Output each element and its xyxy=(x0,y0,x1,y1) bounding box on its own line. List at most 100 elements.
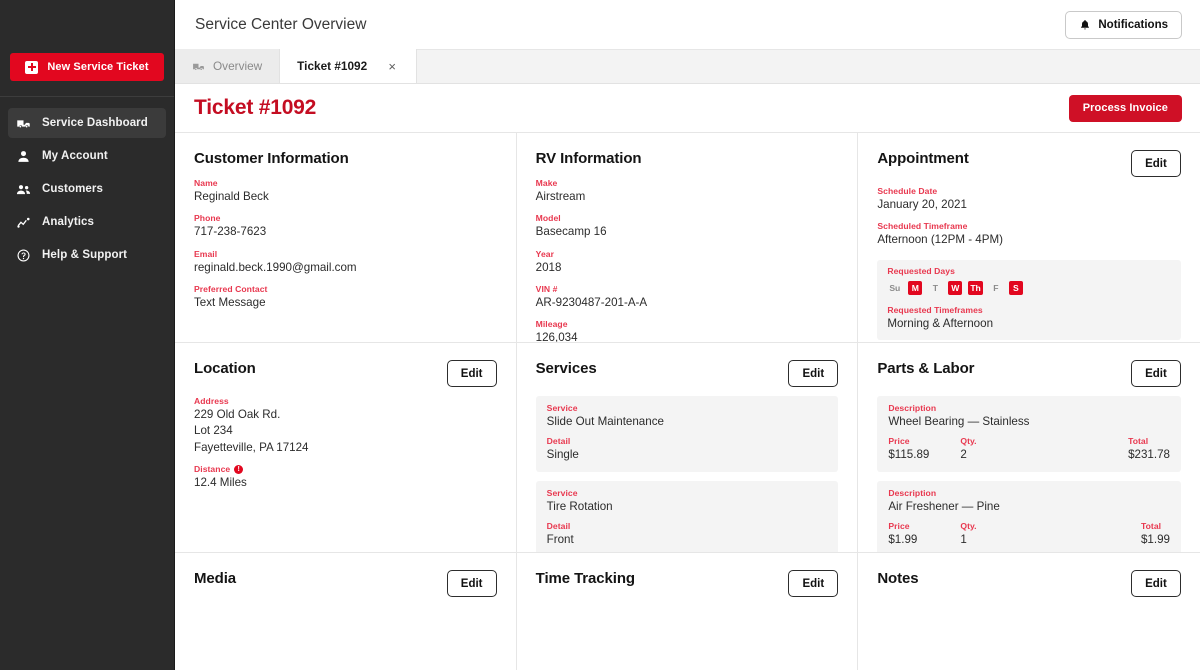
field-label-detail: Detail xyxy=(546,520,571,531)
field-value-service: Slide Out Maintenance xyxy=(546,415,664,428)
day-toggle-f[interactable]: F xyxy=(989,281,1003,295)
field-value-price: $1.99 xyxy=(888,532,918,546)
app-root: New Service Ticket Service Dashboard My … xyxy=(0,0,1200,670)
people-icon xyxy=(16,182,31,197)
field-label-address: Address xyxy=(194,396,229,406)
sidebar-item-analytics[interactable]: Analytics xyxy=(8,207,166,237)
new-service-ticket-button[interactable]: New Service Ticket xyxy=(10,53,164,81)
field-value-make: Airstream xyxy=(535,190,586,203)
notifications-button[interactable]: Notifications xyxy=(1065,10,1182,39)
field-value-detail: Single xyxy=(546,448,579,462)
edit-time-tracking-button[interactable]: Edit xyxy=(788,570,839,597)
cards-grid: Customer Information Name Reginald Beck … xyxy=(175,132,1200,670)
page-title: Service Center Overview xyxy=(195,15,367,33)
field-value-qty: 2 xyxy=(960,448,967,462)
sidebar-item-label: Customers xyxy=(42,183,103,195)
field-label-year: Year xyxy=(535,248,555,259)
card-services: Services Edit Service Slide Out Maintena… xyxy=(516,343,859,553)
day-toggle-t[interactable]: T xyxy=(928,281,942,295)
card-header: Notes Edit xyxy=(877,570,1181,597)
page-header: Ticket #1092 Process Invoice xyxy=(175,84,1200,132)
tab-label: Ticket #1092 xyxy=(297,59,368,73)
sidebar-item-label: Help & Support xyxy=(42,249,128,261)
field-label-price: Price xyxy=(888,520,910,531)
card-header: Time Tracking Edit xyxy=(536,570,839,597)
card-location: Location Edit Address 229 Old Oak Rd. Lo… xyxy=(175,343,517,553)
sidebar-item-service-dashboard[interactable]: Service Dashboard xyxy=(8,108,166,138)
field-value-year: 2018 xyxy=(535,260,562,274)
day-toggle-w[interactable]: W xyxy=(948,280,963,295)
field-value-email: reginald.beck.1990@gmail.com xyxy=(194,260,357,274)
day-toggle-th[interactable]: Th xyxy=(968,280,983,295)
card-title: Customer Information xyxy=(194,150,349,167)
card-appointment: Appointment Edit Schedule Date January 2… xyxy=(858,133,1200,343)
rv-icon xyxy=(16,116,31,131)
day-toggle-s[interactable]: S xyxy=(1008,280,1023,295)
edit-media-button[interactable]: Edit xyxy=(446,570,497,597)
part-qty-col: Qty. 1 xyxy=(960,521,1141,547)
card-title: Media xyxy=(194,570,237,587)
service-item: Service Slide Out Maintenance Detail Sin… xyxy=(535,396,839,472)
edit-parts-button[interactable]: Edit xyxy=(1130,360,1181,387)
field-label-mileage: Mileage xyxy=(535,319,568,330)
part-price-col: Price $115.89 xyxy=(888,436,960,462)
card-title: RV Information xyxy=(535,150,642,167)
field-value-schedule-date: January 20, 2021 xyxy=(877,198,967,211)
card-rv-information: RV Information Make Airstream Model Base… xyxy=(516,133,859,343)
field-label-phone: Phone xyxy=(194,213,221,224)
field-value-mileage: 126,034 xyxy=(535,331,578,343)
card-header: Location Edit xyxy=(194,360,497,387)
field-value-phone: 717-238-7623 xyxy=(194,225,267,239)
rv-fields: Make Airstream Model Basecamp 16 Year 20… xyxy=(535,178,839,343)
new-service-ticket-label: New Service Ticket xyxy=(47,61,149,73)
edit-appointment-button[interactable]: Edit xyxy=(1130,150,1181,177)
field-label-vin: VIN # xyxy=(535,283,558,294)
sidebar-divider xyxy=(0,96,174,97)
part-price-col: Price $1.99 xyxy=(888,521,960,547)
new-ticket-wrap: New Service Ticket xyxy=(0,53,174,81)
sidebar-item-my-account[interactable]: My Account xyxy=(8,141,166,171)
card-header: Media Edit xyxy=(194,570,497,597)
address-line-3: Fayetteville, PA 17124 xyxy=(194,440,309,454)
appointment-fields: Schedule Date January 20, 2021 Scheduled… xyxy=(877,186,1181,248)
field-label-requested-timeframes: Requested Timeframes xyxy=(887,304,983,315)
field-value-requested-timeframes: Morning & Afternoon xyxy=(887,316,994,330)
info-icon[interactable]: ! xyxy=(234,464,244,474)
edit-location-button[interactable]: Edit xyxy=(446,360,497,387)
analytics-icon xyxy=(16,215,31,230)
person-icon xyxy=(16,149,31,164)
field-label-description: Description xyxy=(888,487,937,498)
process-invoice-button[interactable]: Process Invoice xyxy=(1068,94,1182,122)
rv-icon xyxy=(192,60,205,73)
part-amounts-row: Price $115.89 Qty. 2 Total $231.78 xyxy=(888,436,1170,462)
day-toggle-m[interactable]: M xyxy=(908,280,923,295)
sidebar-item-help-support[interactable]: Help & Support xyxy=(8,240,166,270)
edit-notes-button[interactable]: Edit xyxy=(1130,570,1181,597)
edit-services-button[interactable]: Edit xyxy=(788,360,839,387)
card-header: Appointment Edit xyxy=(877,150,1181,177)
part-amounts-row: Price $1.99 Qty. 1 Total $1.99 xyxy=(888,521,1170,547)
field-label-distance: Distance! xyxy=(194,464,497,474)
field-label-schedule-date: Schedule Date xyxy=(877,186,938,196)
tab-overview[interactable]: Overview xyxy=(175,49,281,83)
address-line-1: 229 Old Oak Rd. xyxy=(194,408,281,421)
card-title: Notes xyxy=(877,570,919,587)
close-icon[interactable]: × xyxy=(385,59,399,73)
sidebar: New Service Ticket Service Dashboard My … xyxy=(0,0,175,670)
requested-block: Requested Days Su M T W Th F S Requested… xyxy=(877,259,1181,340)
part-item: Description Air Freshener — Pine Price $… xyxy=(877,480,1181,552)
tab-label: Overview xyxy=(213,59,263,73)
card-title: Services xyxy=(535,360,597,377)
sidebar-item-label: Service Dashboard xyxy=(42,117,148,129)
field-value-vin: AR-9230487-201-A-A xyxy=(535,295,648,309)
sidebar-item-customers[interactable]: Customers xyxy=(8,174,166,204)
day-toggle-su[interactable]: Su xyxy=(887,281,902,295)
field-label-qty: Qty. xyxy=(960,520,977,531)
card-header: RV Information xyxy=(536,150,839,167)
part-item: Description Wheel Bearing — Stainless Pr… xyxy=(877,396,1181,472)
tab-ticket-1092[interactable]: Ticket #1092 × xyxy=(280,49,418,83)
card-time-tracking: Time Tracking Edit xyxy=(516,553,859,670)
card-notes: Notes Edit xyxy=(858,553,1200,670)
sidebar-nav: Service Dashboard My Account Customers A… xyxy=(0,108,174,270)
